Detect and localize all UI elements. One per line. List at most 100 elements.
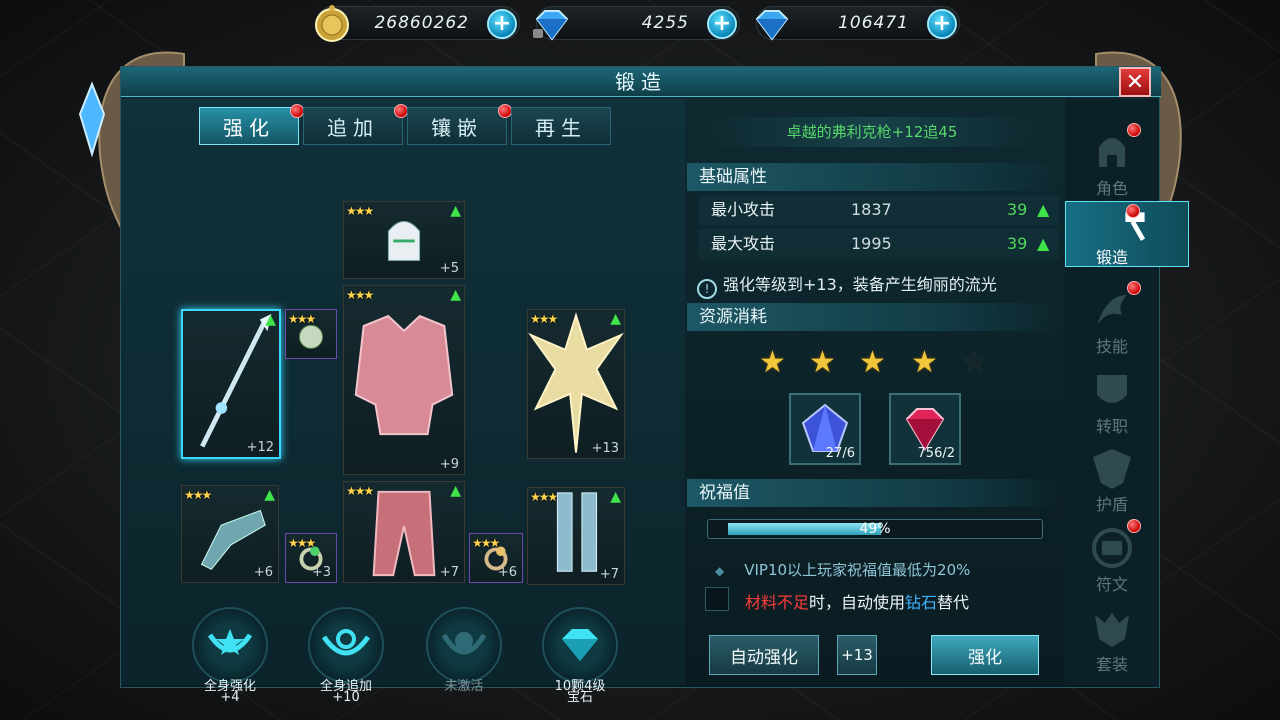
sidebar-item-label: 护盾: [1095, 495, 1128, 514]
star-icon: ★: [859, 345, 886, 380]
armor-level: +9: [439, 457, 459, 472]
badge-dot: [1126, 204, 1140, 218]
sidebar-item-label: 技能: [1095, 337, 1128, 356]
star-rating: ★★★: [184, 488, 212, 502]
star-rating: ★★★: [288, 312, 316, 326]
helmet-slot[interactable]: ★★★ ▲ +5: [343, 201, 465, 279]
beast-head-icon: [1095, 613, 1129, 647]
ring-left-slot[interactable]: ★★★ +3: [285, 533, 337, 583]
material-count: 27/6: [825, 446, 855, 461]
winged-shield-icon: [1093, 449, 1131, 489]
enhance-tip: ! 强化等级到+13，装备产生绚丽的流光: [697, 271, 997, 299]
medal-full-append[interactable]: 全身追加 +10: [305, 607, 387, 705]
vip-note-text: VIP10以上玩家祝福值最低为20%: [744, 561, 971, 579]
sidebar-item-character[interactable]: 角色: [1065, 121, 1159, 198]
spear-icon: [200, 313, 272, 448]
bound-diamond-currency: 4255 +: [533, 6, 740, 41]
medal-value: 宝石: [566, 690, 593, 705]
upgrade-arrow-icon: ▲: [450, 203, 461, 219]
material-red-gem[interactable]: 756/2: [889, 393, 961, 465]
tab-regen[interactable]: 再生: [511, 107, 611, 145]
tip-text: 强化等级到+13，装备产生绚丽的流光: [723, 275, 997, 294]
armor-icon: [354, 314, 454, 436]
up-arrow-icon: ▲: [1037, 200, 1050, 219]
gold-value: 26860262: [374, 13, 469, 33]
ring-left-level: +3: [311, 565, 331, 580]
sidebar-item-class[interactable]: 转职: [1065, 359, 1159, 436]
tab-inlay[interactable]: 镶嵌: [407, 104, 512, 145]
ring-right-slot[interactable]: ★★★ +6: [469, 533, 523, 583]
equipment-area: 强化 追加 镶嵌 再生 ▲ +12 ★★★ ★★★ ▲ +5 ★★★ ▲ +9: [121, 99, 685, 705]
sidebar-item-label: 套装: [1095, 655, 1128, 674]
add-diamond-button[interactable]: +: [927, 9, 957, 39]
boots-slot[interactable]: ★★★ ▲ +7: [527, 487, 625, 585]
currency-bar: 26860262 + 4255 + 106471 +: [0, 0, 1280, 46]
diamond-text: 钻石: [905, 593, 938, 612]
diamond-icon: [755, 10, 789, 41]
pants-level: +7: [439, 565, 459, 580]
material-blue-gem[interactable]: 27/6: [789, 393, 861, 465]
armor-slot[interactable]: ★★★ ▲ +9: [343, 285, 465, 475]
up-arrow-icon: ▲: [1037, 234, 1050, 253]
gloves-level: +6: [253, 565, 273, 580]
sidebar-item-set[interactable]: 套装: [1065, 597, 1159, 674]
close-button[interactable]: ✕: [1119, 67, 1151, 97]
upgrade-arrow-icon: ▲: [264, 487, 275, 503]
auto-enhance-button[interactable]: 自动强化: [709, 635, 819, 675]
attr-increase: 39: [1007, 234, 1028, 253]
forge-panel: 锻造 ✕ 强化 追加 镶嵌 再生 ▲ +12 ★★★ ★★★ ▲ +5 ★★★: [120, 66, 1189, 705]
badge-dot: [1127, 123, 1141, 137]
upgrade-arrow-icon: ▲: [610, 489, 621, 505]
badge-dot: [290, 104, 304, 118]
diamond-bullet-icon: ◆: [715, 564, 725, 578]
tab-label: 再生: [535, 115, 587, 140]
lotus-emblem-icon: [426, 607, 502, 683]
sidebar-item-skills[interactable]: 技能: [1065, 279, 1159, 356]
star-icon: ★: [911, 345, 938, 380]
sidebar-item-shield[interactable]: 护盾: [1065, 437, 1159, 514]
class-shield-icon: [1097, 375, 1127, 403]
star-rating: ★★★: [530, 490, 558, 504]
necklace-slot[interactable]: ★★★: [285, 309, 337, 359]
sidebar-item-rune[interactable]: 符文: [1065, 517, 1159, 594]
medal-value: +4: [220, 690, 240, 705]
tab-label: 镶嵌: [431, 115, 483, 140]
laurel-star-icon: [192, 607, 268, 683]
winged-emblem-icon: [308, 607, 384, 683]
gold-coin-icon: [315, 5, 349, 42]
weapon-level: +12: [246, 440, 274, 455]
material-count: 756/2: [917, 446, 955, 461]
star-rating: ★★★: [346, 288, 374, 302]
tab-append[interactable]: 追加: [303, 104, 408, 145]
pants-slot[interactable]: ★★★ ▲ +7: [343, 481, 465, 583]
tab-enhance[interactable]: 强化: [199, 104, 304, 145]
diamond-emblem-icon: [542, 607, 618, 683]
wings-slot[interactable]: ★★★ ▲ +13: [527, 309, 625, 459]
boots-level: +7: [599, 567, 619, 582]
auto-diamond-checkbox[interactable]: [705, 587, 729, 611]
add-bound-diamond-button[interactable]: +: [707, 9, 737, 39]
gloves-slot[interactable]: ★★★ ▲ +6: [181, 485, 279, 583]
weapon-slot[interactable]: ▲ +12: [181, 309, 281, 459]
base-attr-heading: 基础属性: [687, 163, 1061, 191]
target-level-button[interactable]: +13: [837, 635, 877, 675]
badge-dot: [1127, 281, 1141, 295]
medal-inactive[interactable]: 未激活: [423, 607, 505, 694]
medal-full-enhance[interactable]: 全身强化 +4: [189, 607, 271, 705]
star-rating: ★★★: [288, 536, 316, 550]
upgrade-arrow-icon: ▲: [610, 311, 621, 327]
upgrade-arrow-icon: ▲: [450, 483, 461, 499]
sidebar-item-forge[interactable]: 锻造: [1065, 201, 1189, 267]
medal-gems[interactable]: 10颗4级 宝石: [539, 607, 621, 705]
sidebar-item-label: 角色: [1095, 179, 1128, 198]
star-rating: ★★★: [530, 312, 558, 326]
window-title: 锻造: [121, 67, 1161, 97]
diamond-value: 106471: [838, 13, 909, 33]
enhance-button[interactable]: 强化: [931, 635, 1039, 675]
empty-star-icon: ★: [961, 345, 988, 380]
star-icon: ★: [809, 345, 836, 380]
bound-diamond-value: 4255: [641, 13, 689, 33]
add-gold-button[interactable]: +: [487, 9, 517, 39]
upgrade-arrow-icon: ▲: [450, 287, 461, 303]
medal-value: +10: [332, 690, 360, 705]
